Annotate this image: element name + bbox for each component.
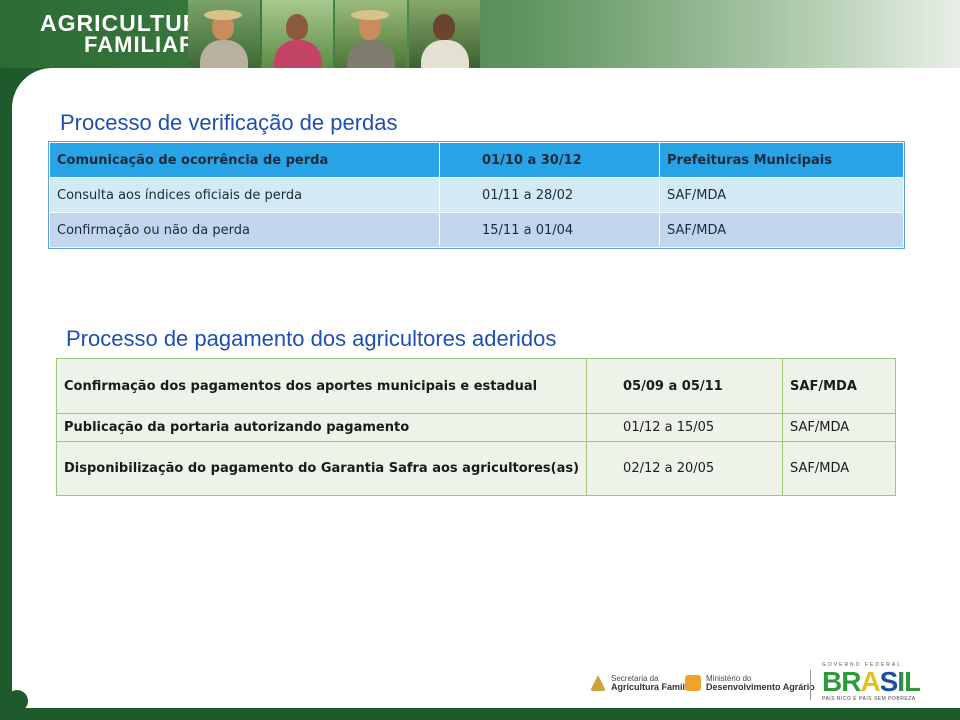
period-cell: 01/11 a 28/02 — [439, 177, 660, 213]
brasil-slogan: PAÍS RICO É PAÍS SEM POBREZA — [822, 696, 916, 702]
responsible-cell: SAF/MDA — [782, 358, 896, 414]
section1-title: Processo de verificação de perdas — [60, 110, 398, 135]
saf-logo: Secretaria da Agricultura Familiar — [590, 674, 696, 692]
mda-line2: Desenvolvimento Agrário — [706, 682, 815, 692]
responsible-cell: SAF/MDA — [659, 212, 904, 248]
table-row: Consulta aos índices oficiais de perda 0… — [49, 177, 904, 213]
responsible-cell: SAF/MDA — [659, 177, 904, 213]
period-cell: 01/12 a 15/05 — [586, 413, 784, 442]
saf-line2: Agricultura Familiar — [611, 682, 697, 692]
loss-verification-table: Comunicação de ocorrência de perda 01/10… — [48, 141, 905, 249]
step-cell: Comunicação de ocorrência de perda — [49, 142, 440, 178]
brasil-logo: GOVERNO FEDERAL BRASIL PAÍS RICO É PAÍS … — [822, 662, 921, 702]
step-cell: Consulta aos índices oficiais de perda — [49, 177, 440, 213]
saf-emblem-icon — [590, 675, 606, 691]
table-row: Confirmação dos pagamentos dos aportes m… — [55, 358, 896, 414]
table-row: Publicação da portaria autorizando pagam… — [55, 413, 896, 442]
responsible-cell: Prefeituras Municipais — [659, 142, 904, 178]
table-row: Comunicação de ocorrência de perda 01/10… — [49, 142, 904, 178]
header-banner: AGRICULTURA FAMILIAR — [0, 0, 960, 68]
footer-logos: Secretaria da Agricultura Familiar Minis… — [590, 662, 950, 706]
period-cell: 01/10 a 30/12 — [439, 142, 660, 178]
mda-logo: Ministério do Desenvolvimento Agrário — [685, 674, 815, 692]
table-row: Disponibilização do pagamento do Garanti… — [55, 441, 896, 496]
bottom-bar — [0, 708, 960, 720]
step-cell: Disponibilização do pagamento do Garanti… — [55, 441, 588, 496]
payment-process-table: Confirmação dos pagamentos dos aportes m… — [55, 358, 896, 496]
table-row: Confirmação ou não da perda 15/11 a 01/0… — [49, 212, 904, 248]
farmer-photo — [335, 0, 407, 68]
responsible-cell: SAF/MDA — [782, 413, 896, 442]
section2-title: Processo de pagamento dos agricultores a… — [66, 326, 557, 351]
period-cell: 05/09 a 05/11 — [586, 358, 784, 414]
step-cell: Confirmação dos pagamentos dos aportes m… — [55, 358, 588, 414]
step-cell: Publicação da portaria autorizando pagam… — [55, 413, 588, 442]
step-cell: Confirmação ou não da perda — [49, 212, 440, 248]
footer-divider — [810, 670, 811, 700]
brasil-wordmark: BRASIL — [822, 666, 921, 697]
farmer-photo — [188, 0, 260, 68]
corner-decoration — [6, 690, 28, 712]
responsible-cell: SAF/MDA — [782, 441, 896, 496]
farmers-photo-strip — [188, 0, 480, 68]
farmer-photo — [261, 0, 333, 68]
farmer-photo — [408, 0, 480, 68]
period-cell: 02/12 a 20/05 — [586, 441, 784, 496]
mda-emblem-icon — [685, 675, 701, 691]
period-cell: 15/11 a 01/04 — [439, 212, 660, 248]
